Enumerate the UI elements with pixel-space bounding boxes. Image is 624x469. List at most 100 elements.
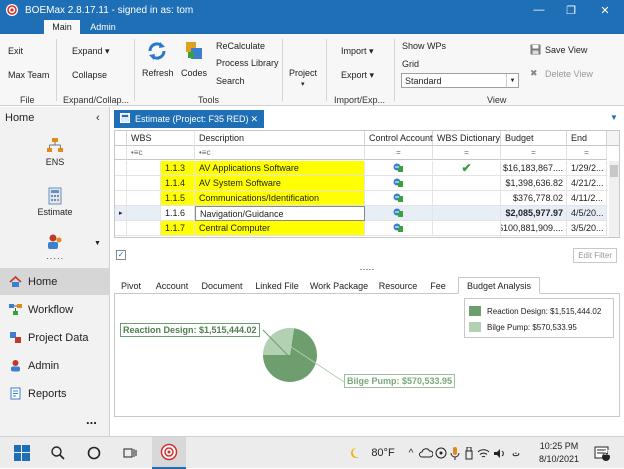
tab-admin[interactable]: Admin xyxy=(84,20,122,34)
max-team-button[interactable]: Max Team xyxy=(8,70,49,80)
description-cell[interactable]: AV System Software xyxy=(195,176,365,191)
filter-budget[interactable]: = xyxy=(501,146,567,160)
grid-header-description[interactable]: Description xyxy=(195,131,365,146)
exit-button[interactable]: Exit xyxy=(8,46,23,56)
tab-document[interactable]: Document xyxy=(198,277,246,294)
collapse-button[interactable]: Collapse xyxy=(72,70,107,80)
end-date-cell[interactable]: 4/5/20... xyxy=(567,206,607,221)
end-date-cell[interactable]: 1/29/2... xyxy=(567,161,607,176)
tab-work-package[interactable]: Work Package xyxy=(308,277,370,294)
codes-button[interactable]: Codes xyxy=(181,68,207,78)
description-cell[interactable]: Central Computer xyxy=(195,221,365,236)
volume-icon[interactable] xyxy=(492,437,506,469)
onedrive-icon[interactable] xyxy=(418,437,434,469)
filter-wbs-dictionary[interactable]: = xyxy=(433,146,501,160)
tab-resource[interactable]: Resource xyxy=(376,277,420,294)
grid-header-control-account[interactable]: Control Account xyxy=(365,131,433,146)
nav-tile-estimate[interactable]: Estimate xyxy=(0,187,110,223)
control-account-cell[interactable] xyxy=(365,176,433,191)
refresh-button[interactable]: Refresh xyxy=(142,68,174,78)
end-date-cell[interactable]: 3/5/20... xyxy=(567,221,607,236)
wbs-cell[interactable]: 1.1.5 xyxy=(161,191,195,206)
filter-end[interactable]: = xyxy=(567,146,607,160)
tab-pivot[interactable]: Pivot xyxy=(116,277,146,294)
tab-account[interactable]: Account xyxy=(152,277,192,294)
budget-cell[interactable]: $1,398,636.82 xyxy=(501,176,567,191)
control-account-cell[interactable] xyxy=(365,161,433,176)
wbs-dictionary-cell[interactable] xyxy=(433,191,501,206)
description-cell[interactable]: Navigation/Guidance xyxy=(195,206,365,221)
nav-item-project-data[interactable]: Project Data xyxy=(0,324,110,351)
grid-header-wbs-dictionary[interactable]: WBS Dictionary xyxy=(433,131,501,146)
row-indicator[interactable] xyxy=(115,221,127,236)
end-date-cell[interactable]: 4/11/2... xyxy=(567,191,607,206)
row-indicator[interactable] xyxy=(115,191,127,206)
budget-cell[interactable]: $100,881,909.... xyxy=(501,221,567,236)
tab-overflow-icon[interactable]: ▼ xyxy=(610,113,618,122)
wbs-dictionary-cell[interactable] xyxy=(433,176,501,191)
filter-enabled-checkbox[interactable]: ✓ xyxy=(116,250,126,260)
row-indicator[interactable]: ▸ xyxy=(115,206,127,221)
grid-scrollbar[interactable] xyxy=(609,161,619,237)
description-cell[interactable]: AV Applications Software xyxy=(195,161,365,176)
edit-filter-button[interactable]: Edit Filter xyxy=(573,248,617,263)
recalculate-button[interactable]: ReCalculate xyxy=(216,41,265,51)
wbs-cell[interactable]: 1.1.6 xyxy=(161,206,195,221)
control-account-cell[interactable] xyxy=(365,191,433,206)
tab-fee[interactable]: Fee xyxy=(426,277,450,294)
expand-button[interactable]: Expand ▾ xyxy=(72,46,110,57)
temperature-label[interactable]: 80°F xyxy=(366,437,400,469)
show-hidden-icons[interactable]: ^ xyxy=(404,437,418,469)
filter-description[interactable]: •≡c xyxy=(195,146,365,160)
document-tab-estimate[interactable]: Estimate (Project: F35 RED) ✕ xyxy=(114,110,264,128)
taskbar-boemax-app[interactable] xyxy=(152,437,186,469)
budget-cell[interactable]: $2,085,977.97 xyxy=(501,206,567,221)
tab-budget-analysis[interactable]: Budget Analysis xyxy=(458,277,540,294)
task-view-icon[interactable] xyxy=(118,437,142,469)
filter-wbs[interactable]: •≡c xyxy=(127,146,195,160)
save-view-button[interactable]: Save View xyxy=(545,45,587,55)
process-library-button[interactable]: Process Library xyxy=(216,58,279,68)
wbs-dictionary-cell[interactable] xyxy=(433,206,501,221)
pie-slice-bilge-pump[interactable] xyxy=(263,328,295,355)
wbs-dictionary-cell[interactable]: ✔ xyxy=(433,161,501,176)
meet-now-icon[interactable] xyxy=(434,437,448,469)
cortana-icon[interactable] xyxy=(82,437,106,469)
nav-item-workflow[interactable]: Workflow xyxy=(0,296,110,323)
grid-header-end[interactable]: End xyxy=(567,131,607,146)
notifications-icon[interactable]: 11 xyxy=(590,437,614,469)
nav-tile-ens[interactable]: ENS xyxy=(0,137,110,173)
search-icon[interactable] xyxy=(46,437,70,469)
close-icon[interactable]: ✕ xyxy=(250,114,258,125)
row-indicator[interactable] xyxy=(115,161,127,176)
filter-control-account[interactable]: = xyxy=(365,146,433,160)
usb-icon[interactable] xyxy=(462,437,476,469)
end-date-cell[interactable]: 4/21/2... xyxy=(567,176,607,191)
close-button[interactable]: ✕ xyxy=(588,0,622,20)
pane-resize-grip[interactable]: ····· xyxy=(46,254,64,263)
import-button[interactable]: Import ▾ xyxy=(341,46,374,57)
wbs-dictionary-cell[interactable] xyxy=(433,221,501,236)
clock[interactable]: 10:25 PM 8/10/2021 xyxy=(534,440,584,466)
row-indicator[interactable] xyxy=(115,176,127,191)
search-button[interactable]: Search xyxy=(216,76,245,86)
budget-cell[interactable]: $16,183,867.... xyxy=(501,161,567,176)
team-icon[interactable] xyxy=(45,234,65,252)
delete-view-button[interactable]: Delete View xyxy=(545,69,593,79)
weather-icon[interactable] xyxy=(345,437,363,469)
grid-header-wbs[interactable]: WBS xyxy=(127,131,195,146)
nav-more-button[interactable]: ... xyxy=(86,412,97,427)
project-button[interactable]: Project xyxy=(289,68,317,78)
grid-header-budget[interactable]: Budget xyxy=(501,131,567,146)
control-account-cell[interactable] xyxy=(365,221,433,236)
nav-item-admin[interactable]: Admin xyxy=(0,352,110,379)
tab-linked-file[interactable]: Linked File xyxy=(252,277,302,294)
show-wps-toggle[interactable]: Show WPs xyxy=(402,41,446,51)
tab-main[interactable]: Main xyxy=(44,20,80,34)
collapse-nav-icon[interactable]: ‹ xyxy=(96,112,100,124)
windows-start-icon[interactable] xyxy=(8,437,36,469)
minimize-button[interactable]: — xyxy=(522,0,556,20)
wbs-cell[interactable]: 1.1.7 xyxy=(161,221,195,236)
microphone-icon[interactable] xyxy=(448,437,462,469)
restore-button[interactable]: ❐ xyxy=(554,0,588,20)
